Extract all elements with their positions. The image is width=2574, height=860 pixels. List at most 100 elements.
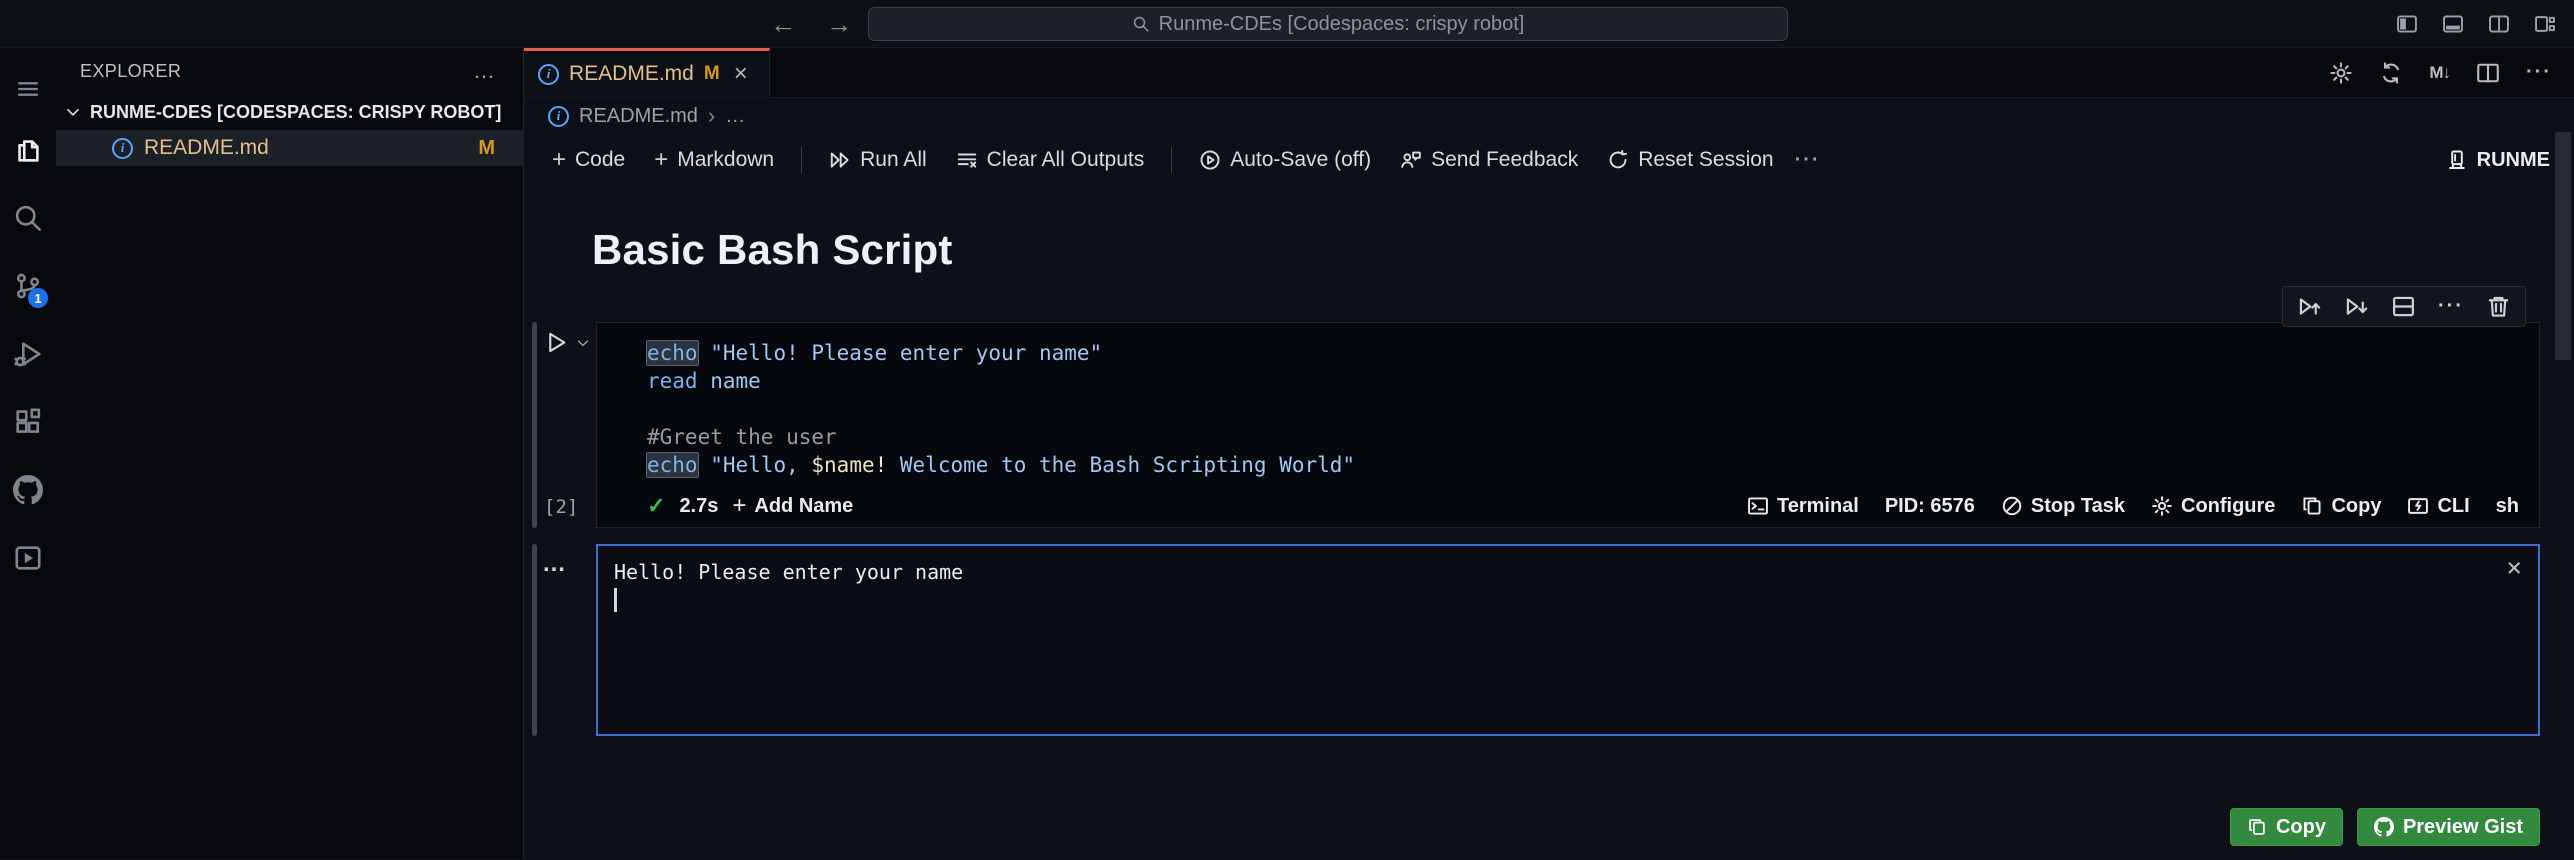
cli-icon <box>2408 498 2429 514</box>
reset-session-button[interactable]: Reset Session <box>1599 144 1781 176</box>
sidebar-item-run-debug[interactable] <box>0 320 56 388</box>
github-icon <box>2373 817 2394 837</box>
debug-icon <box>14 342 41 367</box>
code-area[interactable]: echo "Hello! Please enter your name" read… <box>597 323 2539 485</box>
github-icon <box>13 475 43 505</box>
send-feedback-button[interactable]: Send Feedback <box>1392 144 1586 176</box>
code-line[interactable]: #Greet the user <box>647 423 2519 451</box>
close-tab-icon[interactable]: × <box>734 60 748 88</box>
extensions-icon <box>16 408 41 433</box>
cell-editor[interactable]: echo "Hello! Please enter your name" read… <box>596 322 2540 528</box>
copy-cell-button[interactable]: Copy <box>2301 495 2381 518</box>
file-row-readme[interactable]: i README.md M <box>56 130 523 166</box>
back-arrow-icon[interactable]: ← <box>770 9 796 40</box>
execution-count: [2] <box>544 496 579 518</box>
sidebar-item-extensions[interactable] <box>0 388 56 456</box>
notebook-toolbar: + Code + Markdown Run All Clear All Outp… <box>524 134 2574 186</box>
runme-logo-icon <box>2448 150 2465 169</box>
info-icon: i <box>538 63 559 85</box>
forward-arrow-icon[interactable]: → <box>826 9 852 40</box>
cli-button[interactable]: CLI <box>2407 495 2470 518</box>
terminal-icon <box>1748 497 1768 515</box>
cell-more-actions-icon[interactable]: ··· <box>2438 295 2464 318</box>
editor-more-actions-icon[interactable]: ··· <box>2526 61 2552 84</box>
code-line[interactable]: echo "Hello! Please enter your name" <box>647 339 2519 367</box>
sidebar-item-explorer[interactable] <box>0 116 56 184</box>
toolbar-more-icon[interactable]: ··· <box>1795 149 1821 172</box>
sidebar-item-search[interactable] <box>0 184 56 252</box>
configure-button[interactable]: Configure <box>2151 495 2275 518</box>
workspace-section-header[interactable]: RUNME-CDES [CODESPACES: CRISPY ROBOT] <box>56 94 523 130</box>
code-line[interactable] <box>647 395 2519 423</box>
workbench: 1 EXPLORER … RUNME-CDES [CODESPACES: CRI… <box>0 48 2574 859</box>
terminal-line: Hello! Please enter your name <box>614 560 964 584</box>
tab-bar: i README.md M × M↓ ··· <box>524 48 2574 98</box>
output-focus-bar <box>532 544 537 736</box>
cell-status-right: Terminal PID: 6576 Stop Task Configure C… <box>1747 495 2519 518</box>
split-cell-icon[interactable] <box>2391 294 2416 319</box>
workspace-section-label: RUNME-CDES [CODESPACES: CRISPY ROBOT] <box>90 101 502 122</box>
plus-icon: + <box>654 146 669 173</box>
plus-icon: + <box>732 492 747 519</box>
toggle-sidebar-icon[interactable] <box>2396 13 2418 35</box>
tab-readme[interactable]: i README.md M × <box>524 48 770 97</box>
open-markdown-preview-icon[interactable]: M↓ <box>2429 63 2451 83</box>
session-sync-icon[interactable] <box>2379 61 2403 85</box>
execute-below-icon[interactable] <box>2344 294 2369 319</box>
explorer-more-actions-icon[interactable]: … <box>473 58 497 84</box>
info-icon: i <box>112 137 133 159</box>
toggle-secondary-sidebar-icon[interactable] <box>2488 13 2510 35</box>
gear-icon <box>2152 496 2172 516</box>
clear-all-outputs-button[interactable]: Clear All Outputs <box>948 144 1153 176</box>
sidebar-item-github[interactable] <box>0 456 56 524</box>
auto-save-label: Auto-Save (off) <box>1230 148 1372 171</box>
search-text: Runme-CDEs [Codespaces: crispy robot] <box>1158 12 1525 35</box>
tab-label: README.md <box>569 62 694 85</box>
info-icon: i <box>548 105 569 127</box>
run-cell-icon[interactable] <box>544 330 569 355</box>
close-output-icon[interactable]: × <box>2506 554 2522 583</box>
code-cell: [2] echo "Hello! Please enter your name"… <box>532 322 2574 528</box>
activity-bar: 1 <box>0 48 56 859</box>
split-editor-icon[interactable] <box>2476 61 2500 85</box>
stop-task-button[interactable]: Stop Task <box>2001 495 2125 518</box>
output-more-actions-icon[interactable]: … <box>532 544 596 578</box>
process-pid: PID: 6576 <box>1884 494 1975 517</box>
preview-gist-button[interactable]: Preview Gist <box>2356 808 2540 846</box>
code-line[interactable]: echo "Hello, $name! Welcome to the Bash … <box>647 451 2519 479</box>
run-options-chevron-icon[interactable] <box>575 335 591 351</box>
toggle-panel-icon[interactable] <box>2442 13 2464 35</box>
code-line[interactable]: read name <box>647 367 2519 395</box>
search-icon <box>15 205 41 231</box>
stop-circle-icon <box>2002 496 2022 516</box>
editor-scrollbar[interactable] <box>2555 132 2571 360</box>
notebook-body: Basic Bash Script ··· [2] echo "Hello! P… <box>524 186 2574 859</box>
sidebar-item-source-control[interactable]: 1 <box>0 252 56 320</box>
settings-gear-icon[interactable] <box>2329 61 2353 85</box>
run-all-label: Run All <box>860 148 927 171</box>
language-picker[interactable]: sh <box>2496 495 2519 518</box>
cell-focus-bar <box>532 322 537 528</box>
plus-icon: + <box>552 146 567 173</box>
add-name-button[interactable]: + Add Name <box>732 492 853 520</box>
open-terminal-button[interactable]: Terminal <box>1747 495 1859 518</box>
command-center-search[interactable]: Runme-CDEs [Codespaces: crispy robot] <box>868 7 1788 41</box>
breadcrumb-more[interactable]: … <box>725 105 745 128</box>
add-code-cell-button[interactable]: + Code <box>544 142 633 178</box>
output-gutter: … <box>532 544 596 736</box>
sidebar-item-runme[interactable] <box>0 524 56 592</box>
chevron-down-icon <box>67 108 79 116</box>
modified-badge: M <box>478 136 495 159</box>
customize-layout-icon[interactable] <box>2534 13 2556 35</box>
delete-cell-icon[interactable] <box>2486 294 2511 319</box>
explorer-sidebar: EXPLORER … RUNME-CDES [CODESPACES: CRISP… <box>56 48 524 859</box>
run-all-button[interactable]: Run All <box>821 144 935 176</box>
add-markdown-label: Markdown <box>677 148 775 171</box>
add-markdown-cell-button[interactable]: + Markdown <box>646 142 782 178</box>
menu-hamburger-icon[interactable] <box>0 62 56 116</box>
breadcrumb-file[interactable]: README.md <box>579 105 698 128</box>
copy-output-button[interactable]: Copy <box>2229 808 2343 846</box>
execute-above-icon[interactable] <box>2297 294 2322 319</box>
terminal-output[interactable]: Hello! Please enter your name × <box>596 544 2540 736</box>
auto-save-toggle[interactable]: Auto-Save (off) <box>1191 144 1379 176</box>
